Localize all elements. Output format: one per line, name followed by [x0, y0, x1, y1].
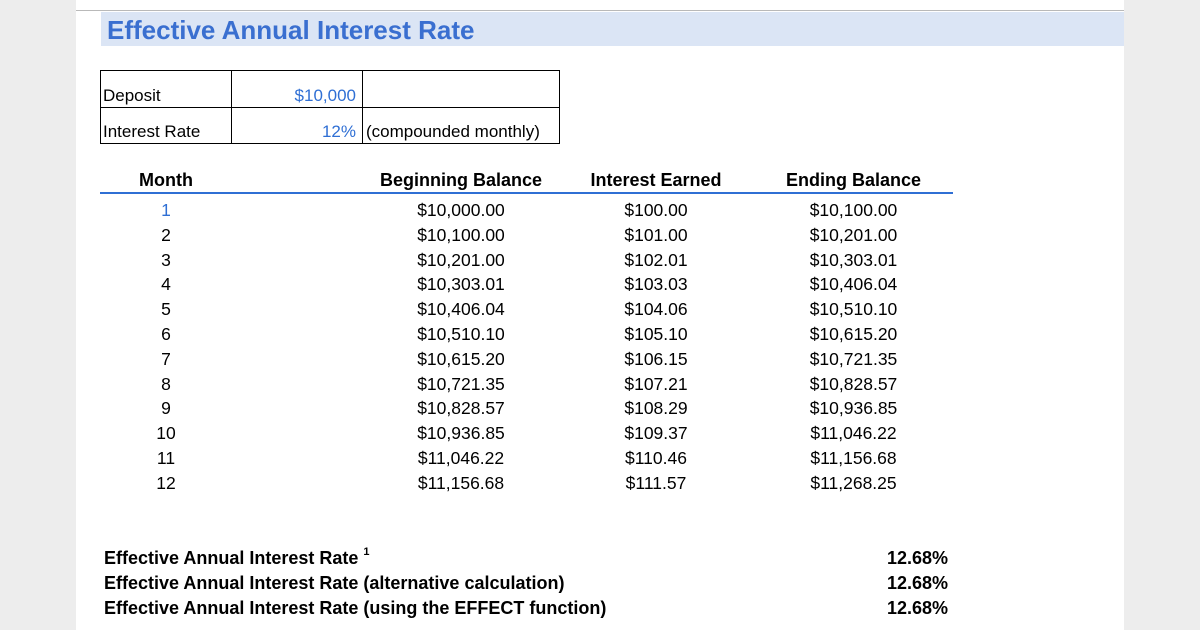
page-title: Effective Annual Interest Rate: [107, 15, 475, 45]
interest-earned-cell[interactable]: $100.00: [596, 200, 716, 221]
month-cell[interactable]: 6: [146, 324, 186, 345]
interest-earned-cell[interactable]: $109.37: [596, 423, 716, 444]
month-cell[interactable]: 4: [146, 274, 186, 295]
ending-balance-cell[interactable]: $11,046.22: [776, 423, 931, 444]
header-month: Month: [139, 170, 193, 190]
ending-balance-cell[interactable]: $10,615.20: [776, 324, 931, 345]
ending-balance-cell[interactable]: $11,268.25: [776, 473, 931, 494]
interest-earned-cell[interactable]: $103.03: [596, 274, 716, 295]
top-border-line: [76, 10, 1124, 11]
header-beginning-balance: Beginning Balance: [379, 170, 543, 190]
interest-earned-cell[interactable]: $102.01: [596, 250, 716, 271]
month-cell[interactable]: 11: [146, 448, 186, 469]
header-rule: [100, 192, 953, 194]
month-cell[interactable]: 3: [146, 250, 186, 271]
beginning-balance-cell[interactable]: $10,615.20: [361, 349, 561, 370]
ending-balance-cell[interactable]: $10,303.01: [776, 250, 931, 271]
summary-label[interactable]: Effective Annual Interest Rate 1: [104, 546, 370, 569]
ending-balance-cell[interactable]: $10,201.00: [776, 225, 931, 246]
month-cell[interactable]: 5: [146, 299, 186, 320]
input-box: Deposit $10,000 Interest Rate 12% (compo…: [100, 70, 560, 144]
interest-rate-value[interactable]: 12%: [231, 107, 363, 144]
summary-label-text: Effective Annual Interest Rate (using th…: [104, 598, 607, 618]
month-cell[interactable]: 7: [146, 349, 186, 370]
month-cell[interactable]: 8: [146, 374, 186, 395]
beginning-balance-cell[interactable]: $10,936.85: [361, 423, 561, 444]
month-cell[interactable]: 1: [146, 200, 186, 221]
month-cell[interactable]: 2: [146, 225, 186, 246]
summary-value[interactable]: 12.68%: [836, 573, 948, 594]
beginning-balance-cell[interactable]: $10,721.35: [361, 374, 561, 395]
spreadsheet-sheet: Effective Annual Interest Rate Deposit $…: [76, 0, 1124, 630]
ending-balance-cell[interactable]: $10,828.57: [776, 374, 931, 395]
interest-earned-cell[interactable]: $107.21: [596, 374, 716, 395]
month-cell[interactable]: 9: [146, 398, 186, 419]
summary-label-text: Effective Annual Interest Rate (alternat…: [104, 573, 565, 593]
deposit-label[interactable]: Deposit: [100, 70, 232, 108]
beginning-balance-cell[interactable]: $10,100.00: [361, 225, 561, 246]
summary-value[interactable]: 12.68%: [836, 548, 948, 569]
beginning-balance-cell[interactable]: $10,000.00: [361, 200, 561, 221]
beginning-balance-cell[interactable]: $10,406.04: [361, 299, 561, 320]
summary-label[interactable]: Effective Annual Interest Rate (using th…: [104, 598, 606, 619]
ending-balance-cell[interactable]: $10,406.04: [776, 274, 931, 295]
deposit-value[interactable]: $10,000: [231, 70, 363, 108]
interest-earned-cell[interactable]: $105.10: [596, 324, 716, 345]
interest-earned-cell[interactable]: $101.00: [596, 225, 716, 246]
interest-earned-cell[interactable]: $108.29: [596, 398, 716, 419]
summary-value[interactable]: 12.68%: [836, 598, 948, 619]
deposit-empty-cell[interactable]: [362, 70, 560, 108]
beginning-balance-cell[interactable]: $10,510.10: [361, 324, 561, 345]
header-ending-balance: Ending Balance: [785, 170, 922, 190]
beginning-balance-cell[interactable]: $10,201.00: [361, 250, 561, 271]
summary-label-text: Effective Annual Interest Rate: [104, 548, 359, 568]
ending-balance-cell[interactable]: $10,721.35: [776, 349, 931, 370]
month-cell[interactable]: 12: [146, 473, 186, 494]
beginning-balance-cell[interactable]: $11,046.22: [361, 448, 561, 469]
ending-balance-cell[interactable]: $10,936.85: [776, 398, 931, 419]
interest-earned-cell[interactable]: $111.57: [596, 473, 716, 494]
title-band: Effective Annual Interest Rate: [101, 12, 1124, 46]
ending-balance-cell[interactable]: $11,156.68: [776, 448, 931, 469]
summary-label[interactable]: Effective Annual Interest Rate (alternat…: [104, 573, 564, 594]
interest-earned-cell[interactable]: $104.06: [596, 299, 716, 320]
interest-rate-note[interactable]: (compounded monthly): [362, 107, 560, 144]
interest-rate-label[interactable]: Interest Rate: [100, 107, 232, 144]
interest-earned-cell[interactable]: $110.46: [596, 448, 716, 469]
ending-balance-cell[interactable]: $10,510.10: [776, 299, 931, 320]
beginning-balance-cell[interactable]: $10,828.57: [361, 398, 561, 419]
beginning-balance-cell[interactable]: $11,156.68: [361, 473, 561, 494]
month-cell[interactable]: 10: [146, 423, 186, 444]
ending-balance-cell[interactable]: $10,100.00: [776, 200, 931, 221]
header-interest-earned: Interest Earned: [590, 170, 722, 190]
interest-earned-cell[interactable]: $106.15: [596, 349, 716, 370]
beginning-balance-cell[interactable]: $10,303.01: [361, 274, 561, 295]
footnote-marker: 1: [363, 546, 370, 558]
